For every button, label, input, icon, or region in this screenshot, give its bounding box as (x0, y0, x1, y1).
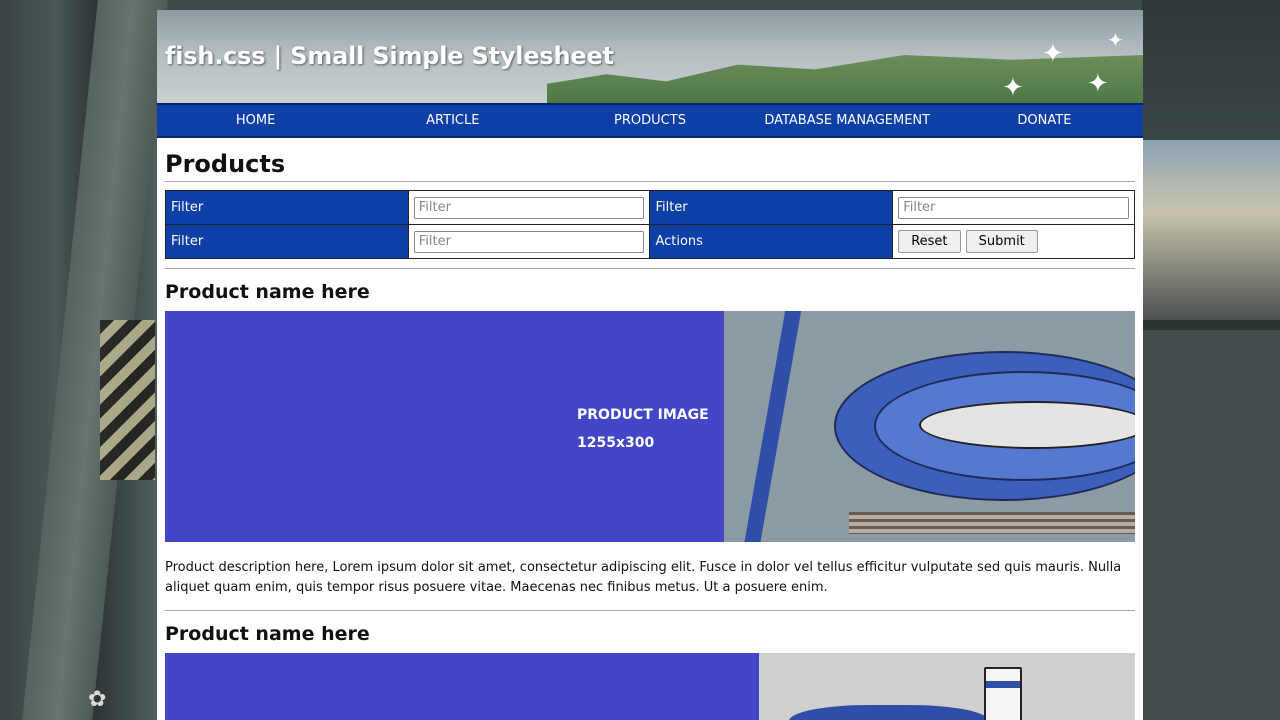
product-photo-boat-cup (759, 653, 1135, 720)
nav-database-management[interactable]: DATABASE MANAGEMENT (749, 105, 946, 136)
product-image (165, 653, 1135, 720)
background-right-panel (1142, 0, 1280, 720)
filter-field-cell (892, 190, 1135, 225)
nav-article[interactable]: ARTICLE (354, 105, 551, 136)
filter-input-3[interactable] (413, 230, 645, 253)
page-title: Products (165, 138, 1135, 182)
cup-band (986, 681, 1020, 688)
nav-donate[interactable]: DONATE (946, 105, 1143, 136)
bird-icon: ✦ (1107, 30, 1124, 52)
filter-input-2[interactable] (898, 196, 1129, 219)
filter-label: Filter (165, 190, 409, 225)
actions-cell: Reset Submit (892, 224, 1135, 259)
product-image-label: PRODUCT IMAGE (577, 407, 709, 423)
cup-icon (984, 667, 1022, 720)
site-banner: ✦ ✦ ✦ ✦ fish.css | Small Simple Styleshe… (157, 10, 1143, 103)
filter-field-cell (407, 224, 651, 259)
background-window (1142, 140, 1280, 320)
actions-label: Actions (649, 224, 894, 259)
bird-icon: ✦ (1087, 68, 1109, 98)
reset-button[interactable]: Reset (898, 230, 961, 253)
main-content: Products Filter Filter Filter Actions (157, 138, 1143, 720)
product-image-caption: PRODUCT IMAGE 1255x300 (577, 401, 709, 457)
product-name: Product name here (165, 281, 370, 303)
background-striped-post (100, 320, 155, 480)
main-nav: HOME ARTICLE PRODUCTS DATABASE MANAGEMEN… (157, 103, 1143, 138)
bird-icon: ✦ (1042, 38, 1064, 68)
filter-input-1[interactable] (413, 196, 645, 219)
product-image-size: 1255x300 (577, 435, 655, 451)
nav-home[interactable]: HOME (157, 105, 354, 136)
flower-icon: ✿ (88, 686, 107, 711)
product-image: PRODUCT IMAGE 1255x300 (165, 311, 1135, 542)
filter-row: Filter Filter (165, 190, 1135, 225)
photo-stick (742, 311, 802, 542)
product-name: Product name here (165, 623, 370, 645)
filter-label: Filter (165, 224, 409, 259)
filter-field-cell (407, 190, 651, 225)
site-title: fish.css | Small Simple Stylesheet (165, 42, 614, 70)
filter-row: Filter Actions Reset Submit (165, 224, 1135, 259)
background-left-panel (0, 0, 168, 720)
photo-boat (789, 705, 989, 720)
photo-rods (849, 512, 1135, 534)
nav-products[interactable]: PRODUCTS (551, 105, 748, 136)
submit-button[interactable]: Submit (965, 230, 1038, 253)
product-card: Product name here (165, 611, 1135, 720)
filter-label: Filter (649, 190, 894, 225)
filter-table: Filter Filter Filter Actions Reset Submi… (165, 190, 1135, 259)
page-container: ✦ ✦ ✦ ✦ fish.css | Small Simple Styleshe… (157, 10, 1143, 720)
product-description: Product description here, Lorem ipsum do… (165, 542, 1135, 611)
bird-icon: ✦ (1002, 72, 1024, 102)
fish-icon (919, 401, 1135, 449)
product-photo-fish-plate (724, 311, 1135, 542)
background-ground (1142, 330, 1280, 720)
product-card: Product name here PRODUCT IMAGE 1255x300… (165, 269, 1135, 611)
